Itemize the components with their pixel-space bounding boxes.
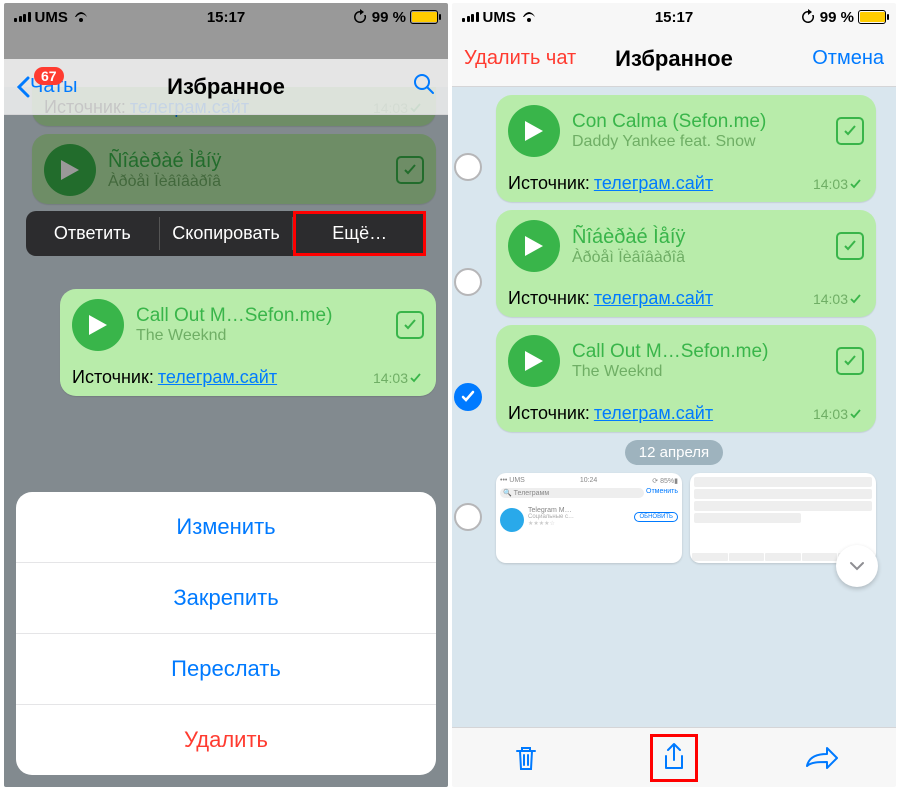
forward-icon [805, 746, 839, 770]
track-title: Call Out M…Sefon.me) [136, 305, 384, 327]
select-circle[interactable] [454, 503, 482, 531]
timestamp: 14:03 [813, 406, 848, 422]
date-separator: 12 апреля [625, 440, 723, 465]
battery-icon [858, 10, 886, 24]
track-title: Ñîáèðàé Ìåíÿ [572, 226, 824, 249]
source-label: Источник: [72, 367, 154, 388]
sheet-delete[interactable]: Удалить [16, 705, 436, 775]
nav-bar: Чаты 67 Избранное [4, 59, 448, 115]
source-label: Источник: [508, 403, 590, 424]
track-title: Call Out M…Sefon.me) [572, 341, 824, 363]
sheet-edit[interactable]: Изменить [16, 492, 436, 563]
unread-badge: 67 [34, 67, 64, 85]
track-artist: The Weeknd [136, 327, 384, 345]
ctx-reply[interactable]: Ответить [26, 211, 159, 256]
saved-icon [836, 117, 864, 145]
selection-toolbar [452, 727, 896, 787]
source-link[interactable]: телеграм.сайт [158, 367, 277, 388]
trash-button[interactable] [502, 734, 550, 782]
track-artist: Daddy Yankee feat. Snow [572, 133, 824, 151]
check-icon [850, 179, 864, 189]
scroll-to-bottom-button[interactable] [836, 545, 878, 587]
play-button[interactable] [508, 220, 560, 272]
select-circle[interactable] [454, 268, 482, 296]
sheet-forward[interactable]: Переслать [16, 634, 436, 705]
source-link[interactable]: телеграм.сайт [594, 403, 713, 424]
phone-left: UMS 15:17 99 % Чаты 67 Избранное Источни… [4, 3, 448, 787]
play-button[interactable] [508, 105, 560, 157]
track-artist: The Weeknd [572, 363, 824, 381]
message-bubble[interactable]: Con Calma (Sefon.me)Daddy Yankee feat. S… [496, 95, 876, 202]
message-bubble-focused[interactable]: Call Out M…Sefon.me) The Weeknd Источник… [60, 289, 436, 396]
forward-button[interactable] [798, 734, 846, 782]
telegram-icon [500, 508, 524, 532]
saved-icon [396, 311, 424, 339]
chat-background: Con Calma (Sefon.me)Daddy Yankee feat. S… [452, 87, 896, 727]
select-circle[interactable] [454, 383, 482, 411]
saved-icon [836, 347, 864, 375]
status-bar: UMS 15:17 99 % [4, 3, 448, 31]
source-label: Источник: [508, 288, 590, 309]
timestamp: 14:03 [813, 291, 848, 307]
track-artist: Àðòåì Ïèâîâàðîâ [572, 249, 824, 267]
saved-icon [836, 232, 864, 260]
select-circle[interactable] [454, 153, 482, 181]
chevron-down-icon [847, 556, 867, 576]
timestamp: 14:03 [813, 176, 848, 192]
track-title: Con Calma (Sefon.me) [572, 111, 824, 133]
timestamp: 14:03 [373, 370, 408, 386]
screenshot-thumb[interactable]: ••• UMS10:24⟳ 85%▮ 🔍 Телеграмм Отменить … [496, 473, 682, 563]
check-icon [410, 373, 424, 383]
trash-icon [512, 743, 540, 773]
sheet-pin[interactable]: Закрепить [16, 563, 436, 634]
message-bubble[interactable]: Ñîáèðàé ÌåíÿÀðòåì Ïèâîâàðîâ Источник: тел… [496, 210, 876, 317]
share-icon [660, 742, 688, 774]
ctx-more[interactable]: Ещё… [293, 211, 426, 256]
play-button[interactable] [508, 335, 560, 387]
search-button[interactable] [412, 72, 436, 102]
phone-right: UMS 15:17 99 % Удалить чат Избранное Отм… [452, 3, 896, 787]
cancel-button[interactable]: Отмена [812, 47, 884, 70]
back-button[interactable]: Чаты 67 [16, 75, 78, 98]
source-label: Источник: [508, 173, 590, 194]
delete-chat-button[interactable]: Удалить чат [464, 47, 576, 70]
status-time: 15:17 [452, 9, 896, 26]
battery-icon [410, 10, 438, 24]
source-link[interactable]: телеграм.сайт [594, 173, 713, 194]
search-icon [412, 72, 436, 96]
nav-bar: Удалить чат Избранное Отмена [452, 31, 896, 87]
play-button[interactable] [72, 299, 124, 351]
status-time: 15:17 [4, 9, 448, 26]
source-link[interactable]: телеграм.сайт [594, 288, 713, 309]
check-icon [850, 294, 864, 304]
media-message[interactable]: ••• UMS10:24⟳ 85%▮ 🔍 Телеграмм Отменить … [452, 473, 896, 573]
message-bubble[interactable]: Call Out M…Sefon.me)The WeekndИсточник: … [496, 325, 876, 432]
check-icon [850, 409, 864, 419]
share-button[interactable] [650, 734, 698, 782]
status-bar: UMS 15:17 99 % [452, 3, 896, 31]
context-menu: Ответить Скопировать Ещё… [26, 211, 426, 256]
action-sheet: Изменить Закрепить Переслать Удалить [16, 492, 436, 775]
